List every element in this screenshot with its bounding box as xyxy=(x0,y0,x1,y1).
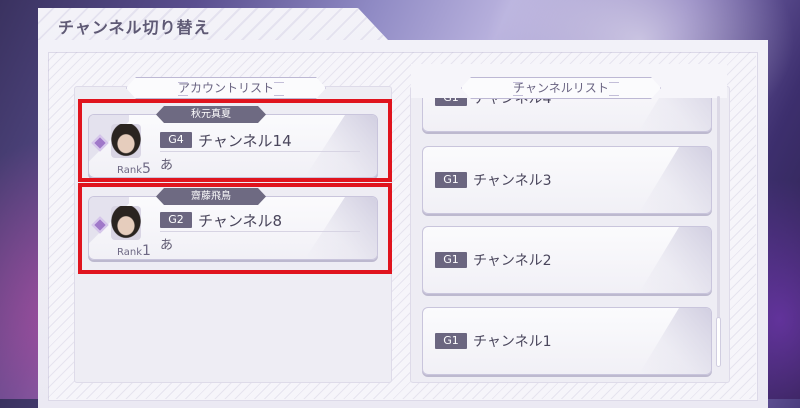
channel-list-header: チャンネルリスト xyxy=(461,77,661,99)
channel-card[interactable]: G1 チャンネル3 xyxy=(422,146,712,214)
channel-card[interactable]: G1 チャンネル2 xyxy=(422,226,712,294)
account-list-header: アカウントリスト xyxy=(126,77,326,99)
group-badge: G1 xyxy=(435,333,467,349)
highlight-box xyxy=(78,183,392,274)
channel-name: チャンネル2 xyxy=(473,253,552,269)
scrollbar-thumb[interactable] xyxy=(717,318,720,366)
highlight-box xyxy=(78,99,392,182)
window-title: チャンネル切り替え xyxy=(58,18,211,37)
channel-name: チャンネル3 xyxy=(473,173,552,189)
card-decoration xyxy=(639,227,711,293)
card-decoration xyxy=(639,147,711,213)
channel-card[interactable]: G1 チャンネル1 xyxy=(422,307,712,375)
group-badge: G1 xyxy=(435,252,467,268)
group-badge: G1 xyxy=(435,172,467,188)
channel-name: チャンネル1 xyxy=(473,334,552,350)
card-decoration xyxy=(639,308,711,374)
